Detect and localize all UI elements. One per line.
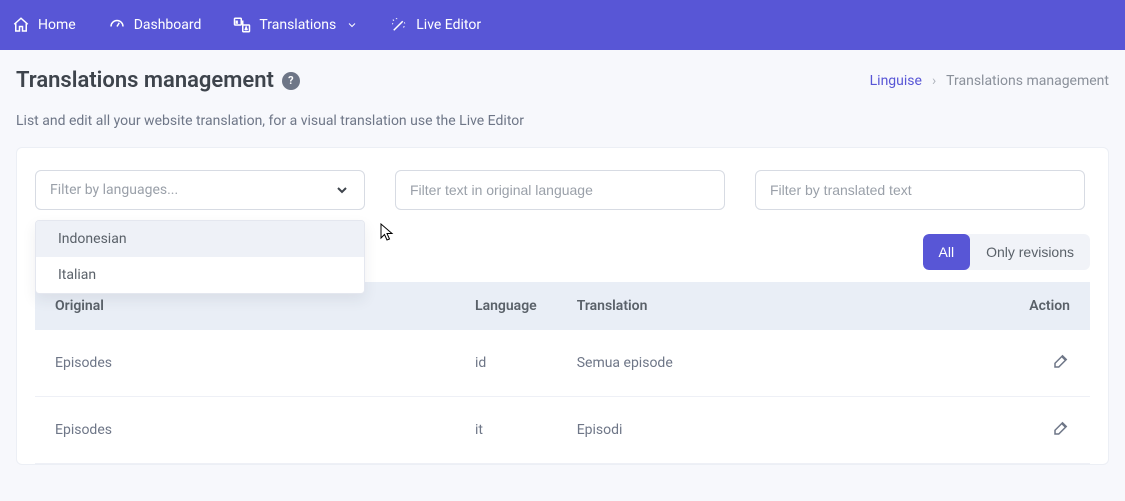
nav-translations-label: Translations bbox=[259, 17, 336, 33]
original-text-filter[interactable] bbox=[395, 170, 725, 210]
nav-home-label: Home bbox=[38, 17, 76, 33]
language-filter-placeholder: Filter by languages... bbox=[50, 182, 178, 198]
cell-translation: Semua episode bbox=[557, 330, 1010, 397]
page-title-text: Translations management bbox=[16, 68, 274, 93]
page-subtext: List and edit all your website translati… bbox=[16, 113, 1109, 129]
help-icon[interactable]: ? bbox=[282, 72, 300, 90]
nav-live-editor-label: Live Editor bbox=[416, 17, 481, 33]
nav-translations[interactable]: Translations bbox=[233, 16, 358, 34]
breadcrumb: Linguise › Translations management bbox=[870, 73, 1109, 89]
cell-translation: Episodi bbox=[557, 397, 1010, 464]
translations-table: Original Language Translation Action Epi… bbox=[35, 282, 1090, 464]
nav-home[interactable]: Home bbox=[12, 16, 76, 34]
language-filter[interactable]: Filter by languages... Indonesian Italia… bbox=[35, 170, 365, 210]
filter-card: Filter by languages... Indonesian Italia… bbox=[16, 147, 1109, 465]
cell-language: it bbox=[455, 397, 557, 464]
toggle-all[interactable]: All bbox=[923, 234, 971, 270]
page-title: Translations management ? bbox=[16, 68, 300, 93]
cell-language: id bbox=[455, 330, 557, 397]
language-dropdown: Indonesian Italian bbox=[35, 220, 365, 294]
toggle-only-revisions[interactable]: Only revisions bbox=[970, 234, 1090, 270]
chevron-down-icon bbox=[334, 182, 350, 198]
breadcrumb-current: Translations management bbox=[946, 73, 1109, 89]
nav-live-editor[interactable]: Live Editor bbox=[390, 16, 481, 34]
top-nav: Home Dashboard Translations Live Editor bbox=[0, 0, 1125, 50]
magic-wand-icon bbox=[390, 16, 408, 34]
col-action: Action bbox=[1009, 282, 1090, 330]
col-language: Language bbox=[455, 282, 557, 330]
breadcrumb-separator: › bbox=[932, 73, 936, 89]
cell-original: Episodes bbox=[35, 397, 455, 464]
breadcrumb-root[interactable]: Linguise bbox=[870, 73, 922, 89]
dropdown-item-indonesian[interactable]: Indonesian bbox=[36, 221, 364, 257]
translated-text-filter[interactable] bbox=[755, 170, 1085, 210]
cell-original: Episodes bbox=[35, 330, 455, 397]
nav-dashboard[interactable]: Dashboard bbox=[108, 16, 202, 34]
translate-icon bbox=[233, 16, 251, 34]
edit-button[interactable] bbox=[1052, 352, 1070, 370]
revision-toggle: All Only revisions bbox=[923, 234, 1090, 270]
home-icon bbox=[12, 16, 30, 34]
table-row: Episodes id Semua episode bbox=[35, 330, 1090, 397]
edit-button[interactable] bbox=[1052, 419, 1070, 437]
chevron-down-icon bbox=[346, 19, 358, 31]
edit-icon bbox=[1052, 419, 1070, 437]
col-translation: Translation bbox=[557, 282, 1010, 330]
edit-icon bbox=[1052, 352, 1070, 370]
speedometer-icon bbox=[108, 16, 126, 34]
nav-dashboard-label: Dashboard bbox=[134, 17, 202, 33]
dropdown-item-italian[interactable]: Italian bbox=[36, 257, 364, 293]
table-row: Episodes it Episodi bbox=[35, 397, 1090, 464]
